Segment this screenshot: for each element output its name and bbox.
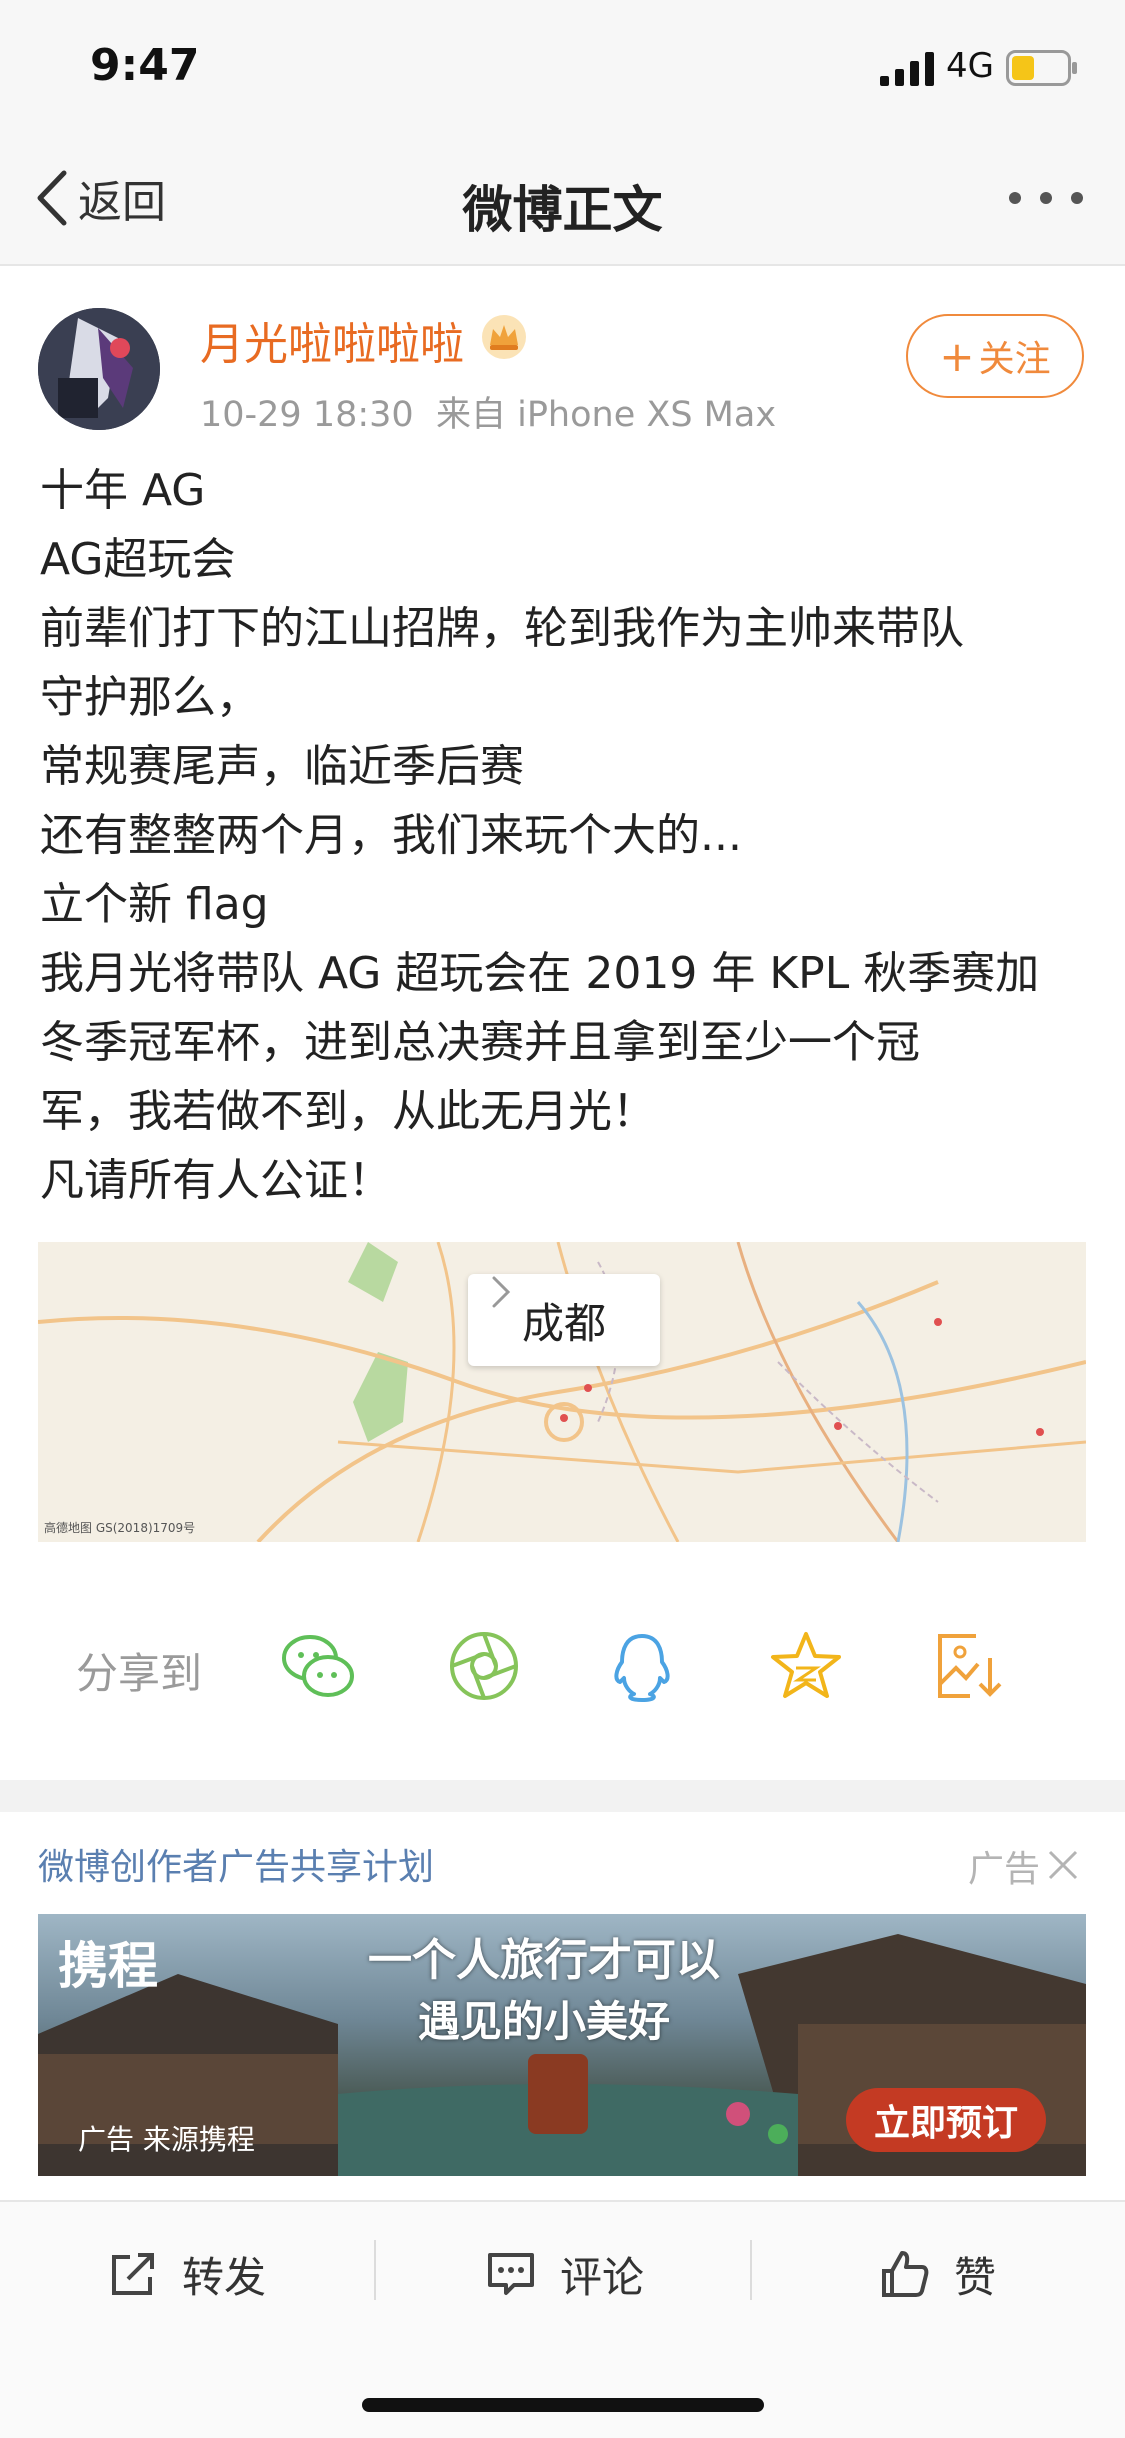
divider: [750, 2240, 752, 2300]
post-line: 我月光将带队 AG 超玩会在 2019 年 KPL 秋季赛加: [40, 948, 1040, 999]
ad-tag: 广告: [968, 1849, 1041, 1890]
status-bar: 9:47 4G: [0, 0, 1125, 132]
post-line: 凡请所有人公证！: [40, 1155, 392, 1206]
post-timestamp: 10-29 18:30: [200, 395, 414, 435]
ad-program-title[interactable]: 微博创作者广告共享计划: [38, 1838, 434, 1890]
like-label: 赞: [954, 2252, 997, 2302]
post-line: 冬季冠军杯，进到总决赛并且拿到至少一个冠: [40, 1017, 920, 1068]
post-meta: 10-29 18:30 来自 iPhone XS Max: [200, 386, 776, 437]
more-icon[interactable]: [1009, 188, 1083, 208]
follow-label: 关注: [978, 339, 1051, 380]
divider: [374, 2240, 376, 2300]
map-credit: 高德地图 GS(2018)1709号: [44, 1521, 196, 1535]
post-line: 立个新 flag: [40, 879, 269, 930]
post-source: 来自 iPhone XS Max: [435, 395, 777, 435]
post-body: 十年 AG AG超玩会 前辈们打下的江山招牌，轮到我作为主帅来带队 守护那么， …: [40, 456, 1090, 1215]
close-icon[interactable]: [1046, 1848, 1080, 1882]
post-line: 常规赛尾声，临近季后赛: [40, 741, 524, 792]
network-type: 4G: [946, 46, 994, 86]
star-icon[interactable]: [768, 1628, 844, 1704]
follow-button[interactable]: + 关注: [906, 314, 1084, 398]
plus-icon: +: [939, 331, 975, 381]
post-line: 十年 AG: [40, 465, 206, 516]
post-line: 前辈们打下的江山招牌，轮到我作为主帅来带队: [40, 603, 964, 654]
section-divider: [0, 1780, 1125, 1812]
location-name: 成都: [521, 1298, 606, 1348]
repost-label: 转发: [182, 2252, 267, 2302]
chevron-right-icon: [492, 1276, 511, 1308]
battery-icon: [1006, 50, 1077, 86]
book-now-button[interactable]: 立即预订: [846, 2088, 1046, 2152]
share-row: 分享到: [0, 1600, 1125, 1730]
status-time: 9:47: [90, 40, 200, 91]
comment-icon: [488, 2253, 534, 2295]
qq-icon[interactable]: [604, 1628, 680, 1704]
nav-bar: 返回 微博正文: [0, 132, 1125, 266]
comment-button[interactable]: 评论: [486, 2242, 644, 2306]
post-line: AG超玩会: [40, 534, 236, 585]
home-indicator: [362, 2398, 764, 2412]
ad-source: 广告 来源携程: [78, 2123, 255, 2156]
ad-brand-logo: 携程: [58, 1937, 158, 1995]
thumbs-up-icon: [882, 2251, 929, 2297]
moments-icon[interactable]: [446, 1628, 522, 1704]
signal-icon: [880, 52, 934, 86]
post-line: 还有整整两个月，我们来玩个大的...: [40, 810, 742, 861]
crown-icon: [482, 315, 526, 359]
post-line: 守护那么，: [40, 672, 260, 723]
save-image-icon[interactable]: [930, 1628, 1006, 1704]
page-title: 微博正文: [462, 181, 663, 239]
repost-icon: [112, 2253, 154, 2295]
location-label[interactable]: 成都: [468, 1274, 660, 1366]
ad-slogan: 一个人旅行才可以: [368, 1935, 720, 1986]
location-map[interactable]: 成都 高德地图 GS(2018)1709号: [38, 1242, 1086, 1542]
post-line: 军，我若做不到，从此无月光！: [40, 1086, 656, 1137]
ad-slogan: 遇见的小美好: [418, 1997, 671, 2046]
avatar[interactable]: [38, 308, 160, 430]
share-label: 分享到: [76, 1649, 203, 1698]
username[interactable]: 月光啦啦啦啦: [200, 308, 464, 372]
ad-banner[interactable]: 携程 一个人旅行才可以 遇见的小美好 立即预订 广告 来源携程: [38, 1914, 1086, 2176]
wechat-icon[interactable]: [280, 1628, 356, 1704]
like-button[interactable]: 赞: [880, 2242, 996, 2306]
repost-button[interactable]: 转发: [108, 2242, 266, 2306]
comment-label: 评论: [560, 2252, 645, 2302]
